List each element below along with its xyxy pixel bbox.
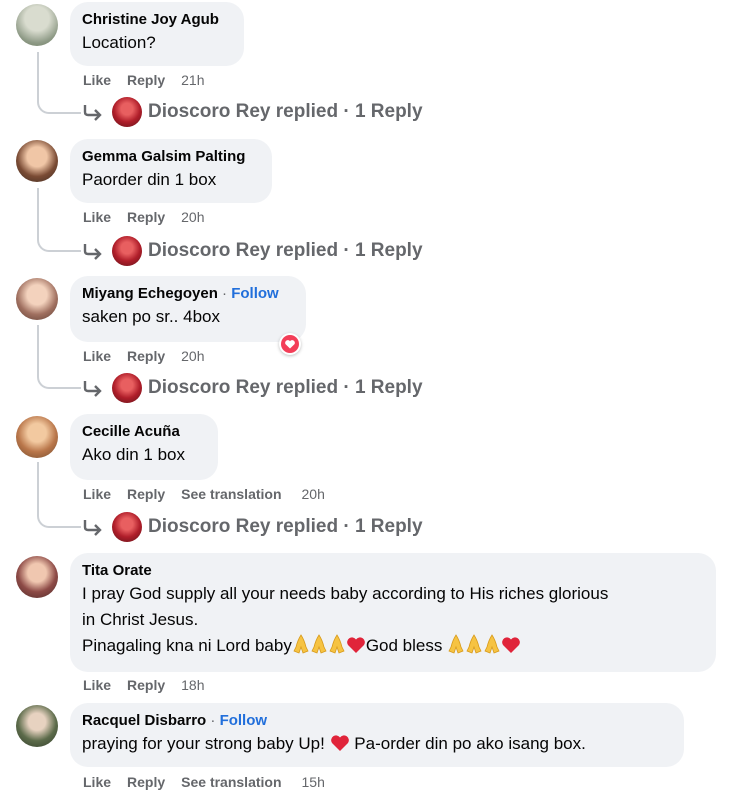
reply-button[interactable]: Reply: [127, 774, 165, 790]
folded-hands-icon: [466, 634, 482, 654]
folded-hands-icon: [484, 634, 500, 654]
comment-actions: Like Reply 18h: [83, 676, 221, 694]
comment-text-line: Pinagaling kna ni Lord baby God bless: [82, 633, 704, 659]
view-replies-link[interactable]: Dioscoro Rey replied · 1 Reply: [82, 512, 423, 542]
comment-text: praying for your strong baby Up! Pa-orde…: [82, 731, 672, 757]
separator: ·: [210, 712, 216, 729]
comment-bubble: Christine Joy Agub Location?: [70, 2, 244, 66]
reaction-badge[interactable]: [279, 333, 301, 355]
avatar[interactable]: [16, 140, 58, 182]
timestamp[interactable]: 21h: [181, 72, 204, 88]
reply-arrow-icon: [83, 244, 102, 260]
like-button[interactable]: Like: [83, 677, 111, 693]
comment-text: Paorder din 1 box: [82, 170, 217, 189]
timestamp[interactable]: 20h: [181, 348, 204, 364]
reply-button[interactable]: Reply: [127, 677, 165, 693]
reply-arrow-icon: [83, 381, 102, 397]
comment-author[interactable]: Gemma Galsim Palting: [82, 147, 260, 167]
avatar[interactable]: [16, 556, 58, 598]
see-translation-link[interactable]: See translation: [181, 486, 281, 502]
comment-actions: Like Reply 20h: [83, 347, 221, 365]
separator: ·: [222, 285, 228, 302]
timestamp[interactable]: 15h: [302, 774, 325, 790]
red-heart-icon: [330, 735, 349, 751]
thread-line: [37, 188, 81, 252]
text-segment: Pa-order din po ako isang box.: [349, 734, 586, 753]
reply-summary: Dioscoro Rey replied · 1 Reply: [148, 516, 423, 537]
comment-bubble: Gemma Galsim Palting Paorder din 1 box: [70, 139, 272, 203]
thread-line: [37, 52, 81, 114]
comment-text: saken po sr.. 4box: [82, 307, 220, 326]
comment-author: Miyang Echegoyen · Follow: [82, 284, 294, 304]
avatar[interactable]: [16, 705, 58, 747]
comment-actions: Like Reply 21h: [83, 71, 221, 89]
folded-hands-icon: [329, 634, 345, 654]
avatar: [112, 236, 142, 266]
avatar[interactable]: [16, 278, 58, 320]
text-segment: God bless: [365, 636, 448, 655]
like-button[interactable]: Like: [83, 486, 111, 502]
follow-button[interactable]: Follow: [220, 712, 268, 729]
comment-actions: Like Reply 20h: [83, 208, 221, 226]
reply-arrow-icon: [83, 520, 102, 536]
reply-button[interactable]: Reply: [127, 72, 165, 88]
text-segment: Pinagaling kna ni Lord baby: [82, 636, 292, 655]
comment-bubble: Miyang Echegoyen · Follow saken po sr.. …: [70, 276, 306, 342]
comment-author[interactable]: Christine Joy Agub: [82, 10, 232, 30]
reply-button[interactable]: Reply: [127, 348, 165, 364]
comment-author[interactable]: Tita Orate: [82, 561, 704, 581]
author-name[interactable]: Racquel Disbarro: [82, 712, 206, 729]
red-heart-icon: [502, 637, 520, 653]
comment-author: Racquel Disbarro · Follow: [82, 711, 672, 731]
heart-icon: [281, 335, 299, 353]
avatar[interactable]: [16, 4, 58, 46]
like-button[interactable]: Like: [83, 774, 111, 790]
comment-text-line: I pray God supply all your needs baby ac…: [82, 584, 609, 603]
like-button[interactable]: Like: [83, 348, 111, 364]
reply-button[interactable]: Reply: [127, 209, 165, 225]
timestamp[interactable]: 18h: [181, 677, 204, 693]
thread-line: [37, 325, 81, 389]
like-button[interactable]: Like: [83, 209, 111, 225]
avatar: [112, 512, 142, 542]
folded-hands-icon: [293, 634, 309, 654]
reply-button[interactable]: Reply: [127, 486, 165, 502]
timestamp[interactable]: 20h: [181, 209, 204, 225]
view-replies-link[interactable]: Dioscoro Rey replied · 1 Reply: [82, 97, 423, 127]
comment-text: Location?: [82, 33, 156, 52]
thread-line: [37, 462, 81, 528]
reply-summary: Dioscoro Rey replied · 1 Reply: [148, 101, 423, 122]
comment-bubble: Racquel Disbarro · Follow praying for yo…: [70, 703, 684, 767]
red-heart-icon: [346, 637, 365, 653]
see-translation-link[interactable]: See translation: [181, 774, 281, 790]
comment-text-line: in Christ Jesus.: [82, 610, 199, 629]
timestamp[interactable]: 20h: [302, 486, 325, 502]
view-replies-link[interactable]: Dioscoro Rey replied · 1 Reply: [82, 373, 423, 403]
folded-hands-icon: [311, 634, 327, 654]
comment-actions: Like Reply See translation 15h: [83, 773, 341, 791]
comment-actions: Like Reply See translation 20h: [83, 485, 341, 503]
comment-author[interactable]: Cecille Acuña: [82, 422, 206, 442]
comment-bubble: Tita Orate I pray God supply all your ne…: [70, 553, 716, 672]
comment-text: Ako din 1 box: [82, 445, 186, 464]
avatar: [112, 373, 142, 403]
follow-button[interactable]: Follow: [231, 285, 279, 302]
like-button[interactable]: Like: [83, 72, 111, 88]
author-name[interactable]: Miyang Echegoyen: [82, 285, 218, 302]
reply-summary: Dioscoro Rey replied · 1 Reply: [148, 240, 423, 261]
comment-bubble: Cecille Acuña Ako din 1 box: [70, 414, 218, 480]
reply-summary: Dioscoro Rey replied · 1 Reply: [148, 377, 423, 398]
view-replies-link[interactable]: Dioscoro Rey replied · 1 Reply: [82, 236, 423, 266]
avatar[interactable]: [16, 416, 58, 458]
reply-arrow-icon: [83, 105, 102, 121]
avatar: [112, 97, 142, 127]
folded-hands-icon: [448, 634, 464, 654]
text-segment: praying for your strong baby Up!: [82, 734, 330, 753]
